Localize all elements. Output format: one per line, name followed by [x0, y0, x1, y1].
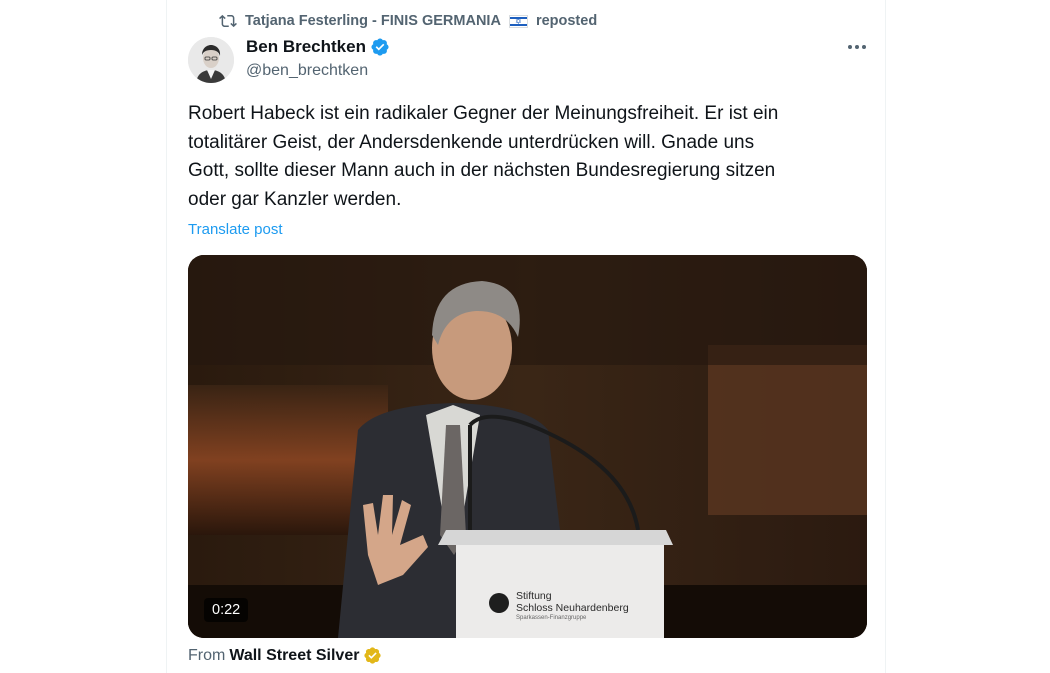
- from-label: From: [188, 646, 226, 664]
- gold-verified-badge-icon[interactable]: [363, 646, 382, 665]
- tweet-card[interactable]: Tatjana Festerling - FINIS GERMANIA ✡ re…: [166, 0, 886, 673]
- more-options-button[interactable]: [845, 36, 869, 58]
- podium-line-3: Sparkassen-Finanzgruppe: [516, 615, 587, 621]
- author-handle[interactable]: @ben_brechtken: [246, 62, 368, 80]
- reposted-label: reposted: [535, 13, 598, 29]
- verified-badge-icon[interactable]: [370, 37, 390, 57]
- podium-line-1: Stiftung: [516, 590, 552, 602]
- reposter-name[interactable]: Tatjana Festerling - FINIS GERMANIA: [245, 13, 501, 29]
- video-duration-badge: 0:22: [204, 598, 249, 622]
- author-name[interactable]: Ben Brechtken: [246, 37, 366, 57]
- source-account-name[interactable]: Wall Street Silver: [229, 647, 359, 665]
- avatar-portrait: [188, 37, 234, 83]
- israel-flag-icon: ✡: [508, 14, 528, 28]
- podium-sign: Stiftung Schloss Neuhardenberg Sparkasse…: [516, 590, 629, 623]
- podium-line-2: Schloss Neuhardenberg: [516, 602, 629, 614]
- video-player[interactable]: Stiftung Schloss Neuhardenberg Sparkasse…: [188, 255, 867, 638]
- video-thumbnail: [188, 255, 867, 638]
- more-dots-icon: [848, 45, 866, 49]
- repost-context: Tatjana Festerling - FINIS GERMANIA ✡ re…: [219, 11, 597, 31]
- post-text: Robert Habeck ist ein radikaler Gegner d…: [188, 103, 779, 210]
- author-row: Ben Brechtken: [246, 37, 390, 57]
- media-source-attribution: From Wall Street Silver: [188, 646, 382, 665]
- translate-post-link[interactable]: Translate post: [188, 221, 283, 238]
- repost-icon: [219, 14, 237, 28]
- avatar[interactable]: [188, 37, 234, 83]
